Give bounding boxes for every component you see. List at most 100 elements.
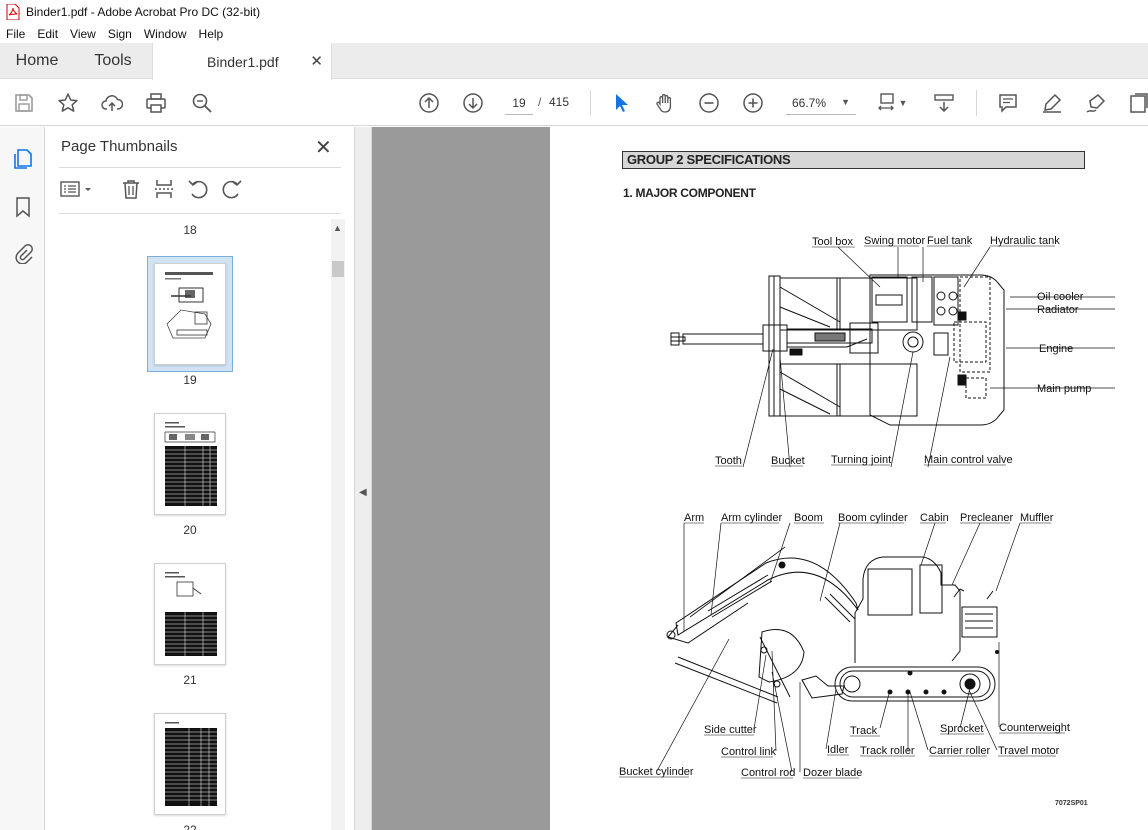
panel-divider xyxy=(59,213,341,214)
label-fuel-tank: Fuel tank xyxy=(927,235,973,247)
collapse-arrow-icon: ◀ xyxy=(359,487,367,498)
zoom-level-value: 66.7% xyxy=(792,95,827,110)
thumbnail-list: 18 19 20 21 22 xyxy=(59,219,331,830)
label-bucket: Bucket xyxy=(771,455,805,467)
page-thumbnail[interactable] xyxy=(154,563,226,665)
label-arm-cylinder: Arm cylinder xyxy=(721,512,782,524)
tab-document[interactable]: Binder1.pdf ✕ xyxy=(152,43,332,80)
label-muffler: Muffler xyxy=(1020,512,1054,524)
page-thumbnails-icon[interactable] xyxy=(11,147,35,171)
comment-icon[interactable] xyxy=(996,91,1020,115)
hand-tool-icon[interactable] xyxy=(653,91,677,115)
label-main-control-valve: Main control valve xyxy=(924,454,1013,466)
label-control-link: Control link xyxy=(721,746,777,758)
pdf-page: GROUP 2 SPECIFICATIONS 1. MAJOR COMPONEN… xyxy=(550,127,1148,830)
scrollbar-thumb[interactable] xyxy=(332,261,344,277)
previous-page-icon[interactable] xyxy=(417,91,441,115)
panel-divider xyxy=(59,167,341,168)
label-counterweight: Counterweight xyxy=(999,722,1070,734)
zoom-level-select[interactable]: 66.7% ▼ xyxy=(786,91,856,115)
zoom-in-icon[interactable] xyxy=(741,91,765,115)
options-menu-icon[interactable] xyxy=(59,177,95,201)
window-title: Binder1.pdf - Adobe Acrobat Pro DC (32-b… xyxy=(26,5,261,19)
menu-file[interactable]: File xyxy=(6,27,25,41)
label-precleaner: Precleaner xyxy=(960,512,1014,524)
title-bar: Binder1.pdf - Adobe Acrobat Pro DC (32-b… xyxy=(0,0,1148,24)
menu-view[interactable]: View xyxy=(70,27,96,41)
next-page-icon[interactable] xyxy=(461,91,485,115)
thumbnail-label: 20 xyxy=(183,523,197,537)
page-fit-dropdown-icon[interactable]: ▼ xyxy=(896,91,910,115)
delete-page-icon[interactable] xyxy=(119,177,143,201)
label-cabin: Cabin xyxy=(920,512,949,524)
label-bucket-cylinder: Bucket cylinder xyxy=(619,766,694,778)
bookmark-star-icon[interactable] xyxy=(56,91,80,115)
menu-bar: File Edit View Sign Window Help xyxy=(0,24,1148,43)
label-track-roller: Track roller xyxy=(860,745,915,757)
tab-home[interactable]: Home xyxy=(0,43,74,79)
zoom-out-icon[interactable] xyxy=(697,91,721,115)
tab-document-label: Binder1.pdf xyxy=(207,53,279,70)
label-boom-cylinder: Boom cylinder xyxy=(838,512,908,524)
figure-id: 7072SP01 xyxy=(1055,800,1088,807)
draw-sign-icon[interactable] xyxy=(1084,91,1108,115)
label-carrier-roller: Carrier roller xyxy=(929,745,990,757)
label-tool-box: Tool box xyxy=(812,236,853,248)
label-arm: Arm xyxy=(684,512,704,524)
excavator-top-view xyxy=(670,274,1005,426)
page-thumbnail[interactable] xyxy=(154,413,226,515)
select-pointer-icon[interactable] xyxy=(609,91,633,115)
label-sprocket: Sprocket xyxy=(940,723,983,735)
scroll-mode-icon[interactable] xyxy=(932,91,956,115)
thumbnail-scrollbar[interactable]: ▲ xyxy=(331,219,345,830)
zoom-search-icon[interactable] xyxy=(190,91,214,115)
pdf-app-icon xyxy=(6,4,20,20)
insert-page-icon[interactable] xyxy=(152,177,176,201)
label-radiator: Radiator xyxy=(1037,304,1079,316)
panel-collapse-handle[interactable]: ◀ xyxy=(355,127,372,830)
thumbnail-label: 18 xyxy=(183,223,197,237)
rotate-right-icon[interactable] xyxy=(220,177,244,201)
attachments-icon[interactable] xyxy=(11,241,35,265)
scroll-up-icon[interactable]: ▲ xyxy=(333,223,342,233)
label-travel-motor: Travel motor xyxy=(998,745,1060,757)
share-page-icon[interactable] xyxy=(1126,91,1148,115)
print-icon[interactable] xyxy=(144,91,168,115)
page-separator: / xyxy=(538,95,542,109)
page-total: 415 xyxy=(549,95,570,109)
label-main-pump: Main pump xyxy=(1037,383,1091,395)
thumbnail-label: 19 xyxy=(183,373,197,387)
menu-sign[interactable]: Sign xyxy=(108,27,132,41)
toolbar-divider xyxy=(976,90,977,116)
tab-bar: Home Tools Binder1.pdf ✕ xyxy=(0,43,1148,80)
page-thumbnail[interactable] xyxy=(154,263,226,365)
save-icon[interactable] xyxy=(12,91,36,115)
menu-window[interactable]: Window xyxy=(144,27,187,41)
label-oil-cooler: Oil cooler xyxy=(1037,291,1084,303)
menu-edit[interactable]: Edit xyxy=(37,27,58,41)
bookmarks-icon[interactable] xyxy=(11,195,35,219)
rotate-left-icon[interactable] xyxy=(186,177,210,201)
label-boom: Boom xyxy=(794,512,823,524)
excavator-side-view xyxy=(666,546,999,704)
panel-title: Page Thumbnails xyxy=(61,138,178,155)
close-tab-icon[interactable]: ✕ xyxy=(310,52,323,70)
tab-tools[interactable]: Tools xyxy=(74,43,152,79)
page-number-input[interactable]: 19 xyxy=(505,91,533,115)
excavator-diagram: Tool box Swing motor Fuel tank Hydraulic… xyxy=(619,235,1115,779)
document-view[interactable]: GROUP 2 SPECIFICATIONS 1. MAJOR COMPONEN… xyxy=(372,127,1148,830)
label-engine: Engine xyxy=(1039,343,1073,355)
highlight-pen-icon[interactable] xyxy=(1040,91,1064,115)
label-hydraulic-tank: Hydraulic tank xyxy=(990,235,1060,247)
thumbnail-label: 21 xyxy=(183,673,197,687)
main-toolbar: 19 / 415 66.7% ▼ ▼ xyxy=(0,80,1148,126)
label-swing-motor: Swing motor xyxy=(864,235,925,247)
upload-cloud-icon[interactable] xyxy=(100,91,124,115)
menu-help[interactable]: Help xyxy=(199,27,224,41)
close-panel-icon[interactable]: ✕ xyxy=(315,135,332,160)
label-dozer-blade: Dozer blade xyxy=(803,767,862,779)
chevron-down-icon: ▼ xyxy=(841,97,850,107)
label-tooth: Tooth xyxy=(715,455,742,467)
page-thumbnail[interactable] xyxy=(154,713,226,815)
thumbnail-label: 22 xyxy=(183,823,197,830)
